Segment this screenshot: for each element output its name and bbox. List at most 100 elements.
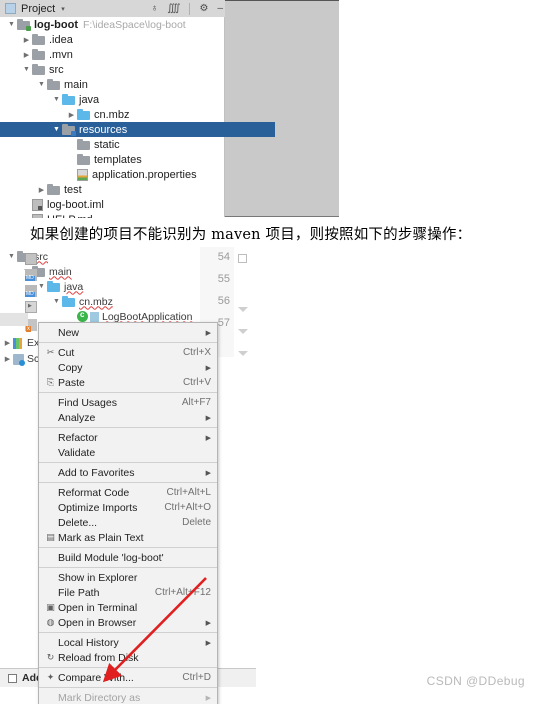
plain-text-icon: ▤ [46,532,55,542]
java-class-icon [77,310,88,322]
context-menu-item[interactable]: ✦ Compare With... Ctrl+D [39,670,217,685]
project-root-folder-icon [17,19,31,31]
context-menu-item[interactable]: Build Module 'log-boot' [39,550,217,565]
submenu-arrow-icon: ▶ [205,434,211,442]
bottom-tree-node[interactable]: ▶ Scr [2,353,43,366]
context-menu-item-label: Mark Directory as [58,691,141,704]
context-menu-item[interactable]: Find Usages Alt+F7 [39,395,217,410]
folder-icon [77,154,90,165]
tree-expand-arrow-icon[interactable]: ▼ [51,298,62,305]
project-tree-node[interactable]: ▶ log-boot.iml [0,197,224,212]
tree-node-label: templates [94,153,142,166]
tree-collapse-arrow-icon[interactable]: ▶ [21,201,32,209]
tree-collapse-arrow-icon[interactable]: ▶ [21,216,32,219]
menu-separator [39,567,217,568]
context-menu-item[interactable]: ↻ Reload from Disk [39,650,217,665]
fold-chevron-icon[interactable] [238,307,248,312]
context-menu-item-label: Open in Browser [58,616,137,629]
project-tree-node[interactable]: ▶ test [0,182,224,197]
tree-collapse-arrow-icon[interactable]: ▶ [36,186,47,194]
chevron-down-icon[interactable]: ▾ [61,5,65,13]
project-tree-node[interactable]: ▶ cn.mbz [0,107,224,122]
context-menu-item-label: File Path [58,586,100,599]
project-tree-node[interactable]: ▼ resources [0,122,275,137]
project-tree-node[interactable]: ▼ main [0,77,224,92]
hide-icon[interactable]: – [217,3,223,14]
tree-node-label: test [64,183,82,196]
context-menu-item[interactable]: ◍ Open in Browser ▶ [39,615,217,630]
context-menu-item[interactable]: File Path Ctrl+Alt+F12 [39,585,217,600]
context-menu-item[interactable]: ✂ Cut Ctrl+X [39,345,217,360]
context-menu-item[interactable]: Refactor ▶ [39,430,217,445]
project-tree-node[interactable]: ▶ HELP.md [0,212,224,218]
tree-expand-arrow-icon[interactable]: ▼ [21,66,32,73]
locate-icon[interactable]: ♁ [151,3,159,14]
add-checkbox[interactable] [8,673,17,683]
context-menu-item[interactable]: ⎘ Paste Ctrl+V [39,375,217,390]
context-menu-item[interactable]: Delete... Delete [39,515,217,530]
project-tree-node[interactable]: ▶ .idea [0,32,224,47]
project-tree-node[interactable]: ▶ templates [0,152,224,167]
context-menu-item-label: Validate [58,446,96,459]
tree-expand-arrow-icon[interactable]: ▼ [51,126,62,133]
tree-expand-arrow-icon[interactable]: ▼ [6,21,17,28]
top-project-panel: Project ▾ ♁ ⨌ ⚙ – ▼ log-boot F:\ideaSpace\… [0,0,537,218]
tree-collapse-arrow-icon[interactable]: ▶ [66,156,77,164]
context-menu[interactable]: New ▶ ✂ Cut Ctrl+X Copy ▶ ⎘ Paste Ctrl+V Find Usag… [38,322,218,704]
tree-node-label: application.properties [92,168,197,181]
tree-expand-arrow-icon[interactable]: ▼ [36,81,47,88]
context-menu-item-label: Optimize Imports [58,501,138,514]
project-tree-node[interactable]: ▶ static [0,137,224,152]
project-tree-node[interactable]: ▶ application.properties [0,167,224,182]
context-menu-item-label: Compare With... [58,671,134,684]
tree-collapse-arrow-icon[interactable]: ▶ [66,171,77,179]
tree-node-label: java [79,93,100,106]
toolbar-divider [189,2,191,15]
context-menu-item[interactable]: Local History ▶ [39,635,217,650]
context-menu-item[interactable]: Copy ▶ [39,360,217,375]
project-tree-node[interactable]: ▼ java [0,92,224,107]
context-menu-item-label: Show in Explorer [58,571,138,584]
tree-node-label: .idea [49,33,73,46]
tree-collapse-arrow-icon[interactable]: ▶ [2,339,13,347]
context-menu-item[interactable]: New ▶ [39,325,217,340]
editor-placeholder-panel [225,0,339,217]
tree-collapse-arrow-icon[interactable]: ▶ [66,141,77,149]
context-menu-item[interactable]: Add to Favorites ▶ [39,465,217,480]
toolbar-actions: ♁ ⨌ ⚙ – [151,0,223,17]
context-menu-item[interactable]: Show in Explorer [39,570,217,585]
tree-expand-arrow-icon[interactable]: ▼ [36,283,47,290]
editor-line-number: 56 [217,295,230,307]
context-menu-item[interactable]: ▤ Mark as Plain Text [39,530,217,545]
context-menu-item[interactable]: Reformat Code Ctrl+Alt+L [39,485,217,500]
submenu-arrow-icon: ▶ [205,329,211,337]
collapse-all-icon[interactable]: ⨌ [167,3,180,14]
project-tree-node[interactable]: ▶ .mvn [0,47,224,62]
tree-collapse-arrow-icon[interactable]: ▶ [66,111,77,119]
folder-icon [77,139,90,150]
fold-chevron-icon[interactable] [238,329,248,334]
project-tree-node[interactable]: ▼ src [0,62,224,77]
tree-node-label: cn.mbz [79,295,113,308]
tree-collapse-arrow-icon[interactable]: ▶ [21,36,32,44]
tree-expand-arrow-icon[interactable]: ▼ [51,96,62,103]
tree-collapse-arrow-icon[interactable]: ▶ [21,51,32,59]
context-menu-item[interactable]: Optimize Imports Ctrl+Alt+O [39,500,217,515]
tree-node-label: .mvn [49,48,73,61]
bottom-ide-panel: 54555657 ▼src▼main▼java▼cn.mbz▶LogBootAp… [0,247,537,704]
context-menu-item[interactable]: ▣ Open in Terminal [39,600,217,615]
project-tree-node[interactable]: ▼ log-boot F:\ideaSpace\log-boot [0,17,224,32]
context-menu-item-label: Build Module 'log-boot' [58,551,164,564]
tree-expand-arrow-icon[interactable]: ▶ [66,313,77,321]
context-menu-item[interactable]: Analyze ▶ [39,410,217,425]
iml-file-icon [32,198,43,211]
fold-region-icon[interactable] [238,254,247,263]
project-tree[interactable]: ▼ log-boot F:\ideaSpace\log-boot ▶ .idea ▶ .mv… [0,17,275,218]
tree-expand-arrow-icon[interactable]: ▼ [6,253,17,260]
settings-gear-icon[interactable]: ⚙ [199,3,208,14]
bottom-tree-node[interactable]: ▶ Ext [2,337,42,349]
context-menu-item[interactable]: Validate [39,445,217,460]
tree-collapse-arrow-icon[interactable]: ▶ [2,355,13,363]
reload-icon: ↻ [46,652,55,662]
fold-chevron-icon[interactable] [238,351,248,356]
